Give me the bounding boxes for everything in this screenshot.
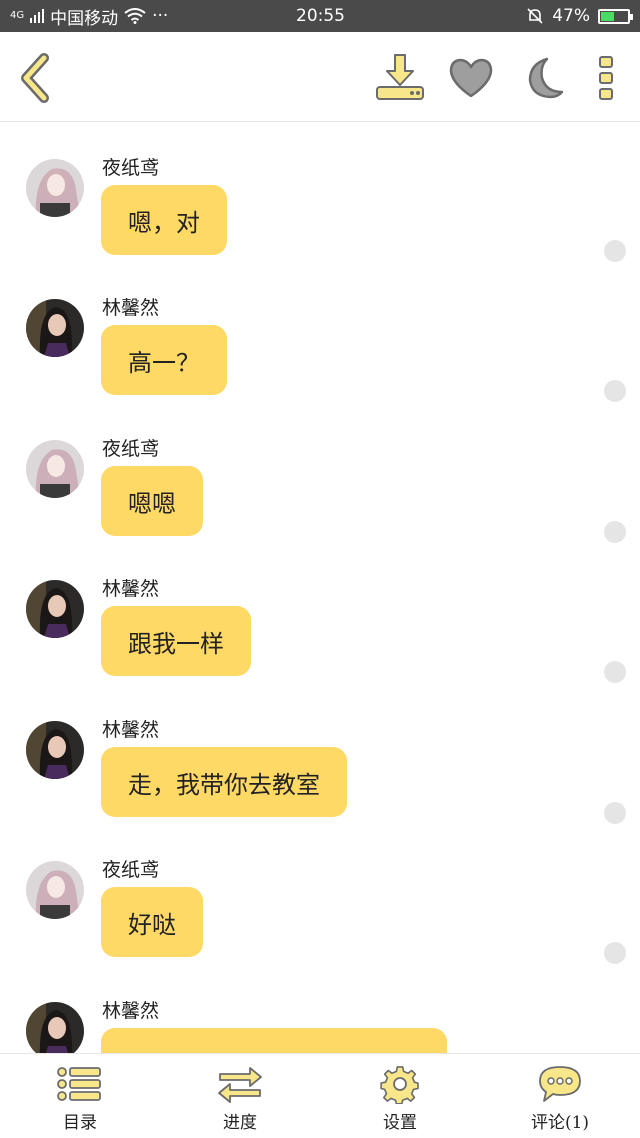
catalog-button[interactable]: 目录: [0, 1054, 160, 1138]
message-bubble[interactable]: 高一？: [101, 325, 227, 395]
sender-name: 夜纸鸢: [102, 157, 160, 179]
message-bubble[interactable]: [101, 1028, 447, 1053]
progress-button[interactable]: 进度: [160, 1054, 320, 1138]
sender-name: 夜纸鸢: [102, 859, 160, 881]
more-vertical-icon: [599, 56, 613, 100]
message-bubble[interactable]: 好哒: [101, 887, 203, 957]
more-status-dots: ···: [152, 6, 169, 26]
sender-name: 林馨然: [102, 1000, 160, 1022]
chat-message: 夜纸鸢 嗯，对: [0, 123, 640, 263]
avatar-image: [26, 1002, 84, 1053]
mute-bell-icon: [527, 8, 543, 24]
signal-bars-icon: [30, 9, 45, 23]
swap-arrows-icon: [218, 1067, 262, 1103]
battery-icon: [598, 8, 633, 24]
avatar-ye-zhiyuan[interactable]: [26, 440, 84, 498]
comment-dot[interactable]: [604, 661, 626, 683]
status-bar: 4G 中国移动 ··· 20:55 47%: [0, 0, 640, 32]
list-icon: [57, 1067, 101, 1101]
download-button[interactable]: [374, 52, 426, 104]
sender-name: 夜纸鸢: [102, 438, 160, 460]
avatar-image: [26, 299, 84, 357]
wifi-icon: [124, 8, 146, 24]
sender-name: 林馨然: [102, 297, 160, 319]
avatar-image: [26, 159, 84, 217]
chat-message: 林馨然 走，我带你去教室: [0, 685, 640, 825]
moon-icon: [528, 57, 564, 99]
avatar-ye-zhiyuan[interactable]: [26, 159, 84, 217]
avatar-image: [26, 721, 84, 779]
comment-dot[interactable]: [604, 802, 626, 824]
avatar-ye-zhiyuan[interactable]: [26, 861, 84, 919]
comment-dot[interactable]: [604, 942, 626, 964]
battery-percent: 47%: [552, 6, 590, 26]
reader-toolbar: [0, 32, 640, 122]
avatar-lin-xinran[interactable]: [26, 1002, 84, 1053]
avatar-image: [26, 440, 84, 498]
message-bubble[interactable]: 走，我带你去教室: [101, 747, 347, 817]
settings-label: 设置: [383, 1113, 417, 1133]
message-bubble[interactable]: 嗯嗯: [101, 466, 203, 536]
heart-icon: [449, 58, 493, 98]
sender-name: 林馨然: [102, 578, 160, 600]
favorite-button[interactable]: [445, 52, 497, 104]
night-mode-button[interactable]: [516, 52, 568, 104]
avatar-lin-xinran[interactable]: [26, 580, 84, 638]
catalog-label: 目录: [63, 1113, 97, 1133]
avatar-lin-xinran[interactable]: [26, 299, 84, 357]
sender-name: 林馨然: [102, 719, 160, 741]
chat-list[interactable]: 夜纸鸢 嗯，对 林馨然 高一？ 夜纸鸢 嗯嗯 林馨然 跟我一样 林馨然 走，我带: [0, 123, 640, 1053]
clock: 20:55: [296, 6, 345, 26]
gear-icon: [380, 1066, 419, 1104]
message-bubble[interactable]: 跟我一样: [101, 606, 251, 676]
chat-message: 夜纸鸢 好哒: [0, 825, 640, 965]
chat-message: 林馨然 跟我一样: [0, 544, 640, 684]
message-bubble[interactable]: 嗯，对: [101, 185, 227, 255]
comments-label: 评论(1): [530, 1113, 590, 1133]
carrier-name: 中国移动: [50, 8, 119, 29]
chat-message: 夜纸鸢 嗯嗯: [0, 404, 640, 544]
chat-message: 林馨然 高一？: [0, 263, 640, 403]
download-icon: [376, 54, 424, 100]
more-button[interactable]: [580, 52, 632, 104]
signal-icon: 4G: [10, 10, 25, 21]
avatar-lin-xinran[interactable]: [26, 721, 84, 779]
comments-button[interactable]: 评论(1): [480, 1054, 640, 1138]
reader-bottom-bar: 目录 进度 设置 评论(1): [0, 1053, 640, 1138]
progress-label: 进度: [223, 1113, 257, 1133]
comment-dot[interactable]: [604, 240, 626, 262]
comment-dot[interactable]: [604, 521, 626, 543]
settings-button[interactable]: 设置: [320, 1054, 480, 1138]
chat-message: 林馨然: [0, 966, 640, 1053]
back-arrow-icon: [21, 53, 49, 103]
comment-bubble-icon: [539, 1066, 581, 1102]
comment-dot[interactable]: [604, 380, 626, 402]
avatar-image: [26, 861, 84, 919]
avatar-image: [26, 580, 84, 638]
back-button[interactable]: [8, 52, 60, 104]
